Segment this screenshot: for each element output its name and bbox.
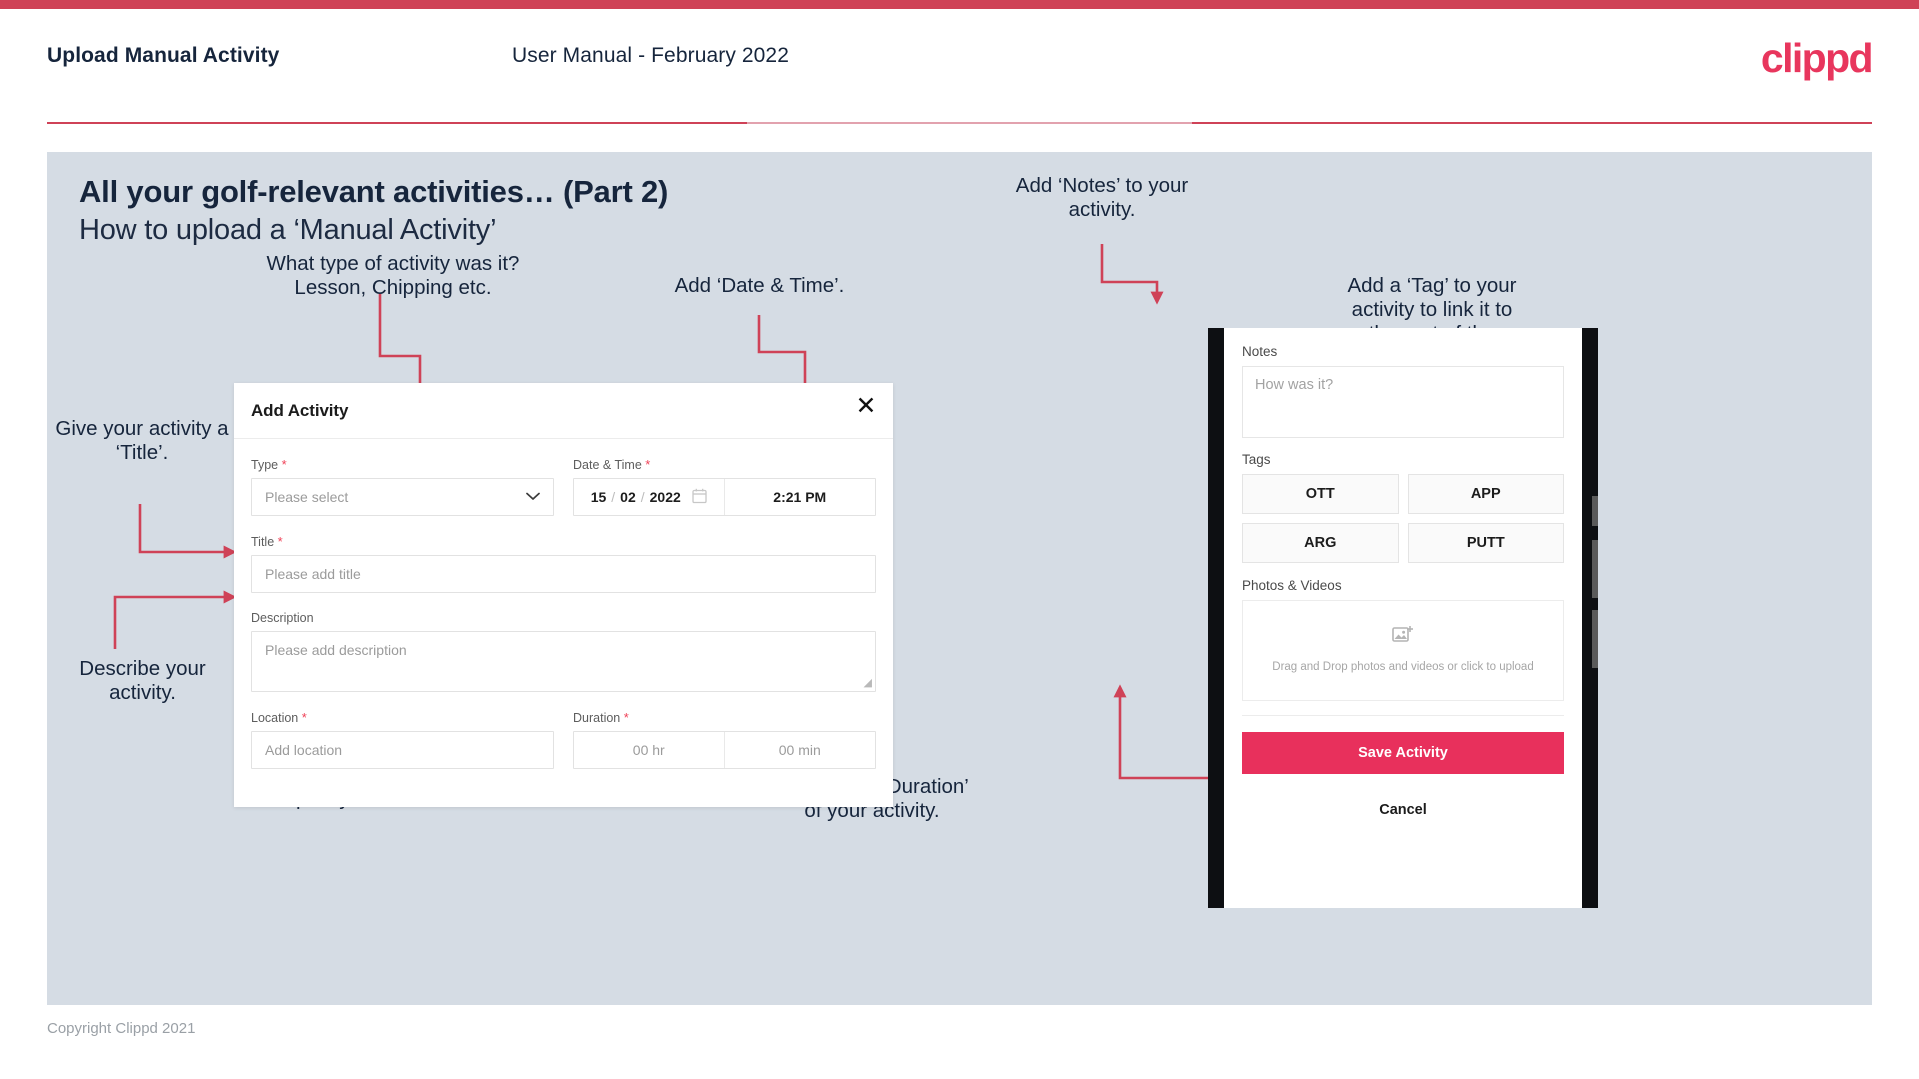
location-input[interactable]: Add location [251, 731, 554, 769]
header-divider-right [1192, 122, 1872, 124]
modal-body: Type * Please select Date & Time * 15 / … [234, 439, 893, 769]
tags-label: Tags [1242, 452, 1271, 467]
header-divider-mid [747, 122, 1192, 124]
annotation-type: What type of activity was it? Lesson, Ch… [266, 252, 520, 300]
field-description: Description Please add description ◢ [251, 611, 876, 692]
add-image-icon [1392, 625, 1414, 650]
description-label-text: Description [251, 611, 314, 625]
header-subtitle: User Manual - February 2022 [512, 44, 789, 67]
phone-button-volume-down [1592, 610, 1598, 668]
notes-textarea[interactable]: How was it? [1242, 366, 1564, 438]
modal-title: Add Activity [251, 401, 349, 420]
datetime-controls: 15 / 02 / 2022 2:21 PM [573, 478, 876, 516]
date-input[interactable]: 15 / 02 / 2022 [574, 479, 725, 515]
description-label: Description [251, 611, 876, 625]
duration-controls: 00 hr 00 min [573, 731, 876, 769]
close-icon[interactable]: ✕ [853, 393, 879, 419]
clippd-logo: clippd [1760, 35, 1874, 81]
field-title: Title * Please add title [251, 534, 876, 593]
type-select[interactable]: Please select [251, 478, 554, 516]
top-accent-bar [0, 0, 1919, 9]
header-divider-left [47, 122, 747, 124]
type-required-marker: * [281, 457, 287, 472]
slide-canvas: All your golf-relevant activities… (Part… [47, 152, 1872, 1005]
title-required-marker: * [277, 534, 283, 549]
tag-app[interactable]: APP [1407, 474, 1564, 514]
date-sep-1: / [611, 489, 616, 505]
date-year: 2022 [649, 489, 681, 505]
duration-label-text: Duration [573, 711, 621, 725]
footer-copyright: Copyright Clippd 2021 [47, 1020, 196, 1037]
field-datetime: Date & Time * 15 / 02 / 2022 2:21 PM [573, 457, 876, 516]
field-location: Location * Add location [251, 710, 554, 769]
type-placeholder: Please select [265, 489, 349, 505]
tag-ott[interactable]: OTT [1242, 474, 1399, 514]
date-month: 02 [620, 489, 636, 505]
datetime-label: Date & Time * [573, 457, 876, 472]
phone-content: Notes How was it? Tags OTT APP ARG PUTT … [1224, 328, 1582, 830]
cancel-button[interactable]: Cancel [1242, 790, 1564, 830]
header-title: Upload Manual Activity [47, 44, 280, 67]
photo-dropzone[interactable]: Drag and Drop photos and videos or click… [1242, 600, 1564, 701]
phone-screen: Notes How was it? Tags OTT APP ARG PUTT … [1224, 328, 1582, 908]
form-row-type-datetime: Type * Please select Date & Time * 15 / … [251, 457, 876, 516]
save-activity-button[interactable]: Save Activity [1242, 732, 1564, 774]
title-label-text: Title [251, 535, 275, 549]
phone-button-volume-up [1592, 540, 1598, 598]
photos-label: Photos & Videos [1242, 578, 1342, 593]
location-label-text: Location [251, 711, 299, 725]
dropzone-text: Drag and Drop photos and videos or click… [1272, 661, 1534, 674]
location-label: Location * [251, 710, 554, 725]
type-label-text: Type [251, 458, 279, 472]
location-required-marker: * [301, 710, 307, 725]
tag-arg[interactable]: ARG [1242, 523, 1399, 563]
date-sep-2: / [640, 489, 645, 505]
tag-putt[interactable]: PUTT [1407, 523, 1564, 563]
duration-label: Duration * [573, 710, 876, 725]
description-placeholder: Please add description [265, 642, 407, 658]
annotation-datetime: Add ‘Date & Time’. [674, 274, 845, 297]
phone-divider [1242, 715, 1564, 716]
notes-label: Notes [1242, 344, 1278, 359]
title-input[interactable]: Please add title [251, 555, 876, 593]
form-row-location-duration: Location * Add location Duration * 00 hr… [251, 710, 876, 769]
tags-grid: OTT APP ARG PUTT [1242, 474, 1564, 563]
phone-button-mute [1592, 496, 1598, 526]
resize-grip-icon[interactable]: ◢ [864, 676, 872, 689]
phone-mockup: Notes How was it? Tags OTT APP ARG PUTT … [1208, 328, 1598, 908]
duration-minutes-input[interactable]: 00 min [725, 732, 876, 768]
annotation-notes: Add ‘Notes’ to your activity. [1015, 174, 1189, 222]
annotation-title: Give your activity a ‘Title’. [55, 417, 229, 465]
datetime-required-marker: * [645, 457, 651, 472]
add-activity-modal: Add Activity ✕ Type * Please select Date… [234, 383, 893, 807]
slide-root: Upload Manual Activity User Manual - Feb… [0, 0, 1919, 1079]
type-label: Type * [251, 457, 554, 472]
title-label: Title * [251, 534, 876, 549]
annotation-description: Describe your activity. [79, 657, 206, 705]
slide-subtitle: How to upload a ‘Manual Activity’ [79, 214, 497, 246]
time-input[interactable]: 2:21 PM [725, 479, 876, 515]
modal-header: Add Activity ✕ [234, 383, 893, 439]
duration-hours-input[interactable]: 00 hr [574, 732, 725, 768]
field-type: Type * Please select [251, 457, 554, 516]
slide-title: All your golf-relevant activities… (Part… [79, 174, 669, 209]
description-textarea[interactable]: Please add description ◢ [251, 631, 876, 692]
field-duration: Duration * 00 hr 00 min [573, 710, 876, 769]
date-day: 15 [590, 489, 607, 505]
calendar-icon[interactable] [692, 488, 707, 507]
datetime-label-text: Date & Time [573, 458, 642, 472]
duration-required-marker: * [623, 710, 629, 725]
chevron-down-icon [526, 491, 540, 503]
